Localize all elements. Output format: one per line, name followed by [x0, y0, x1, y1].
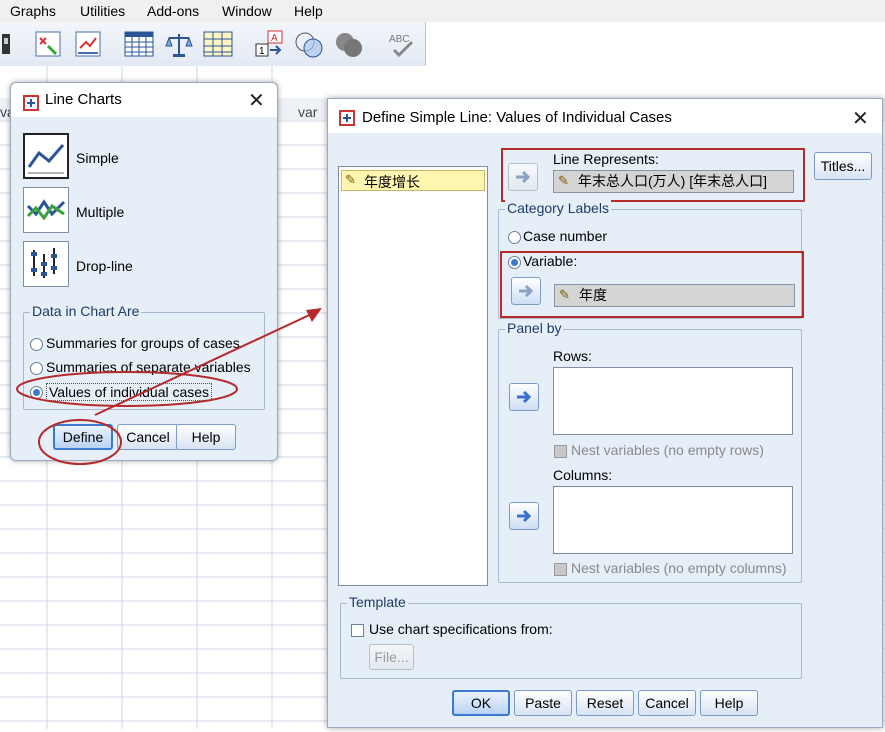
annotation-overlay — [16, 308, 322, 465]
annotation-arrow-line — [94, 310, 319, 416]
annotation-ellipse-define — [38, 419, 122, 465]
